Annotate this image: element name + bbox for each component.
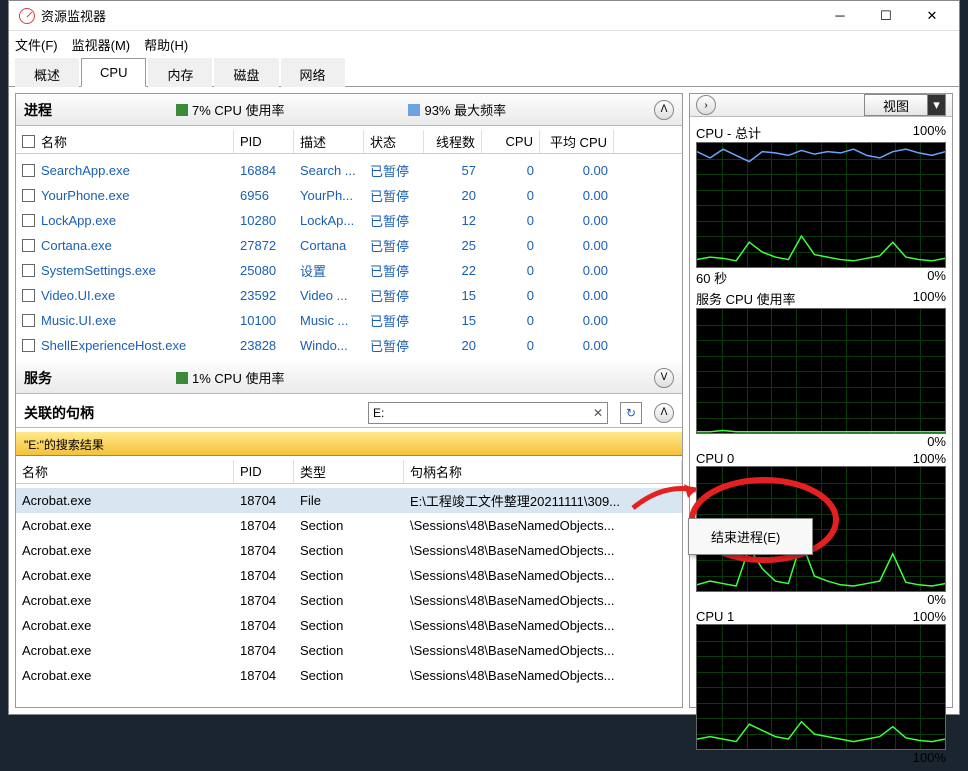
chart-title: CPU - 总计 [696, 123, 761, 142]
cpu-chart [696, 624, 946, 750]
handles-search-wrap: ✕ [368, 402, 608, 424]
tab-network[interactable]: 网络 [281, 58, 345, 87]
minimize-button[interactable]: ─ [817, 1, 863, 31]
handle-row[interactable]: Acrobat.exe18704Section\Sessions\48\Base… [16, 588, 682, 613]
chart-title: CPU 0 [696, 451, 734, 466]
chart-foot-left: 60 秒 [696, 268, 727, 287]
right-pane: › 视图 ▾ CPU - 总计 100% 60 秒 0% 服务 CPU 使用率 100%… [689, 93, 953, 708]
process-row[interactable]: YourPhone.exe 6956YourPh...已暂停 2000.00 [16, 183, 682, 208]
handle-row[interactable]: Acrobat.exe18704Section\Sessions\48\Base… [16, 663, 682, 688]
expand-charts-button[interactable]: › [696, 95, 716, 115]
row-checkbox[interactable] [22, 239, 35, 252]
tab-disk[interactable]: 磁盘 [214, 58, 278, 87]
processes-header[interactable]: 进程 7% CPU 使用率 93% 最大频率 ᐱ [16, 94, 682, 126]
cpu-usage-metric: 7% CPU 使用率 [176, 100, 284, 119]
left-pane: 进程 7% CPU 使用率 93% 最大频率 ᐱ 名称 PID 描述 状态 线程… [15, 93, 683, 708]
process-row[interactable]: LockApp.exe 10280LockAp...已暂停 1200.00 [16, 208, 682, 233]
right-pane-header: › 视图 ▾ [690, 94, 952, 117]
handles-rows: Acrobat.exe18704FileE:\工程竣工文件整理20211111\… [16, 488, 682, 688]
process-row[interactable]: Cortana.exe 27872Cortana已暂停 2500.00 [16, 233, 682, 258]
handles-search-input[interactable] [369, 406, 589, 420]
chart-foot-right: 0% [927, 592, 946, 607]
collapse-processes-button[interactable]: ᐱ [654, 100, 674, 120]
services-cpu-metric: 1% CPU 使用率 [176, 368, 284, 387]
handle-row[interactable]: Acrobat.exe18704Section\Sessions\48\Base… [16, 638, 682, 663]
handle-row[interactable]: Acrobat.exe18704Section\Sessions\48\Base… [16, 538, 682, 563]
menu-file[interactable]: 文件(F) [15, 35, 58, 54]
chart-title: CPU 1 [696, 609, 734, 624]
handle-row[interactable]: Acrobat.exe18704Section\Sessions\48\Base… [16, 613, 682, 638]
handle-row[interactable]: Acrobat.exe18704Section\Sessions\48\Base… [16, 513, 682, 538]
chart-foot-right: 100% [913, 750, 946, 765]
tab-memory[interactable]: 内存 [148, 58, 212, 87]
chart-max: 100% [913, 451, 946, 466]
services-header[interactable]: 服务 1% CPU 使用率 ᐯ [16, 362, 682, 394]
services-title: 服务 [24, 368, 52, 388]
context-menu: 结束进程(E) [688, 518, 813, 555]
chart-title: 服务 CPU 使用率 [696, 289, 796, 308]
refresh-search-button[interactable]: ↻ [620, 402, 642, 424]
process-row[interactable]: ShellExperienceHost.exe 23828Windo...已暂停… [16, 333, 682, 358]
chart-max: 100% [913, 289, 946, 308]
end-process-menu-item[interactable]: 结束进程(E) [691, 523, 810, 550]
tabs: 概述 CPU 内存 磁盘 网络 [9, 57, 959, 87]
row-checkbox[interactable] [22, 339, 35, 352]
chart-foot-right: 0% [927, 434, 946, 449]
clear-search-button[interactable]: ✕ [589, 406, 607, 420]
chart-max: 100% [913, 123, 946, 142]
view-button[interactable]: 视图 ▾ [864, 94, 946, 116]
row-checkbox[interactable] [22, 189, 35, 202]
tab-cpu[interactable]: CPU [81, 58, 146, 87]
handles-column-header[interactable]: 名称 PID 类型 句柄名称 [16, 460, 682, 484]
handle-row[interactable]: Acrobat.exe18704FileE:\工程竣工文件整理20211111\… [16, 488, 682, 513]
titlebar[interactable]: 资源监视器 ─ ☐ ✕ [9, 1, 959, 31]
processes-rows: SearchApp.exe 16884Search ...已暂停 5700.00… [16, 158, 682, 358]
row-checkbox[interactable] [22, 164, 35, 177]
collapse-handles-button[interactable]: ᐱ [654, 403, 674, 423]
menu-monitor[interactable]: 监视器(M) [72, 35, 131, 54]
handles-header[interactable]: 关联的句柄 ✕ ↻ ᐱ [16, 398, 682, 428]
process-row[interactable]: SearchApp.exe 16884Search ...已暂停 5700.00 [16, 158, 682, 183]
row-checkbox[interactable] [22, 214, 35, 227]
max-freq-metric: 93% 最大频率 [408, 100, 506, 119]
menu-help[interactable]: 帮助(H) [144, 35, 188, 54]
process-row[interactable]: SystemSettings.exe 25080设置已暂停 2200.00 [16, 258, 682, 283]
row-checkbox[interactable] [22, 289, 35, 302]
maximize-button[interactable]: ☐ [863, 1, 909, 31]
window-title: 资源监视器 [41, 6, 817, 25]
processes-column-header[interactable]: 名称 PID 描述 状态 线程数 CPU 平均 CPU [16, 130, 682, 154]
process-row[interactable]: Video.UI.exe 23592Video ...已暂停 1500.00 [16, 283, 682, 308]
green-square-icon [176, 104, 188, 116]
charts-container: CPU - 总计 100% 60 秒 0% 服务 CPU 使用率 100% 0% CPU … [690, 117, 952, 771]
cpu-chart [696, 142, 946, 268]
processes-title: 进程 [24, 100, 52, 120]
cpu-chart [696, 308, 946, 434]
expand-services-button[interactable]: ᐯ [654, 368, 674, 388]
row-checkbox[interactable] [22, 264, 35, 277]
chart-foot-right: 0% [927, 268, 946, 287]
select-all-checkbox[interactable] [22, 135, 35, 148]
chart-max: 100% [913, 609, 946, 624]
search-results-bar: "E:"的搜索结果 [16, 432, 682, 456]
blue-square-icon [408, 104, 420, 116]
close-button[interactable]: ✕ [909, 1, 955, 31]
row-checkbox[interactable] [22, 314, 35, 327]
app-window: 资源监视器 ─ ☐ ✕ 文件(F) 监视器(M) 帮助(H) 概述 CPU 内存… [8, 0, 960, 715]
handles-title: 关联的句柄 [24, 403, 94, 423]
app-icon [19, 8, 35, 24]
menubar: 文件(F) 监视器(M) 帮助(H) [9, 31, 959, 57]
view-dropdown-icon[interactable]: ▾ [927, 95, 945, 115]
green-square-icon [176, 372, 188, 384]
process-row[interactable]: Music.UI.exe 10100Music ...已暂停 1500.00 [16, 308, 682, 333]
handle-row[interactable]: Acrobat.exe18704Section\Sessions\48\Base… [16, 563, 682, 588]
tab-overview[interactable]: 概述 [15, 58, 79, 87]
